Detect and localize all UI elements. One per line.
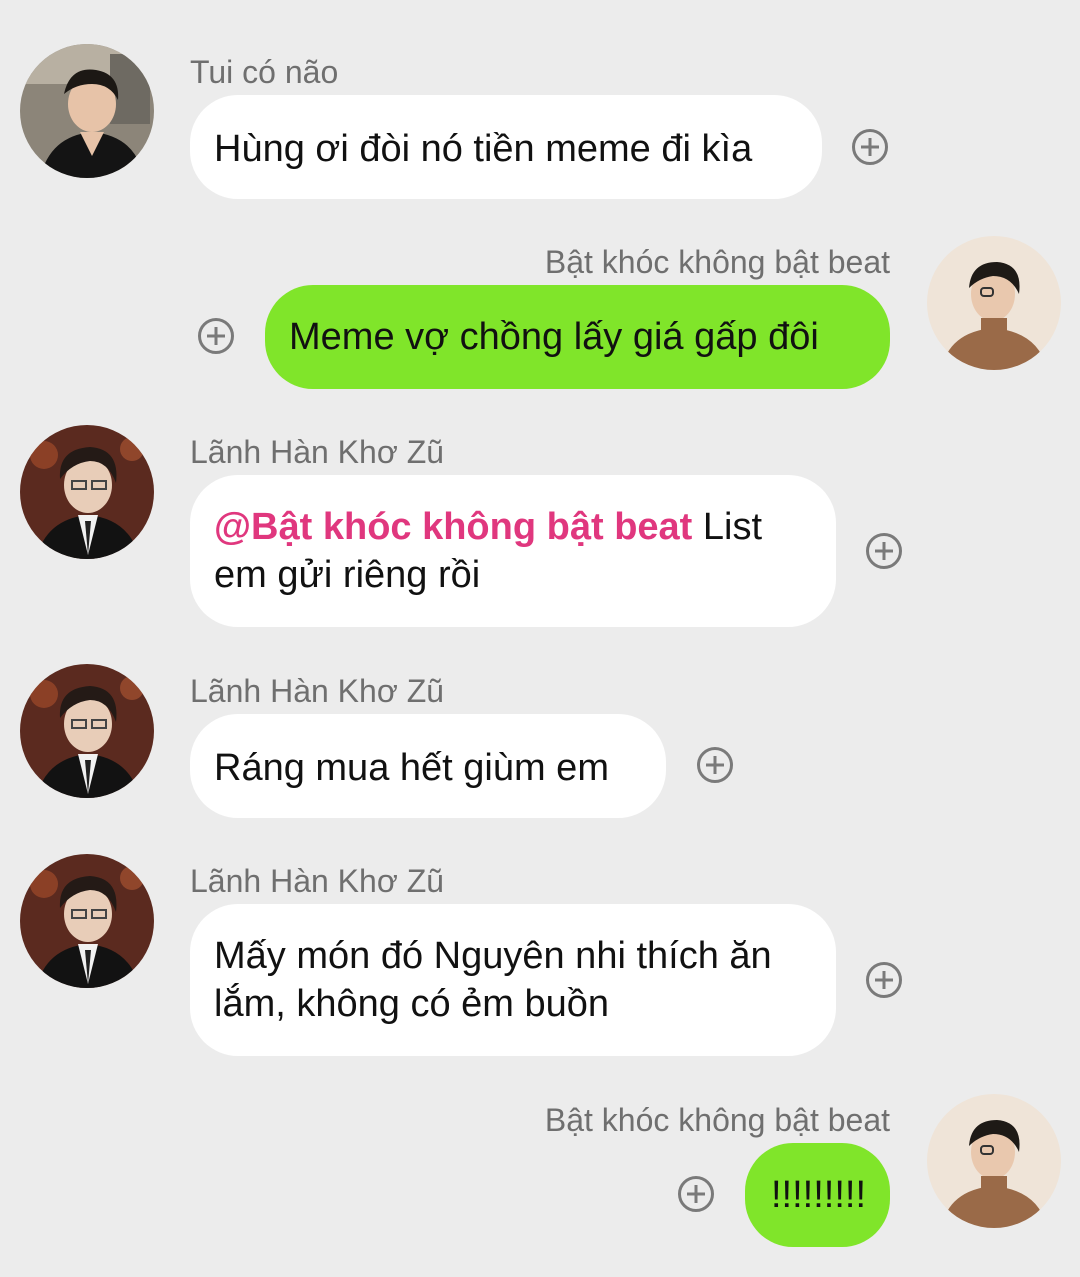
message-text: Mấy món đó Nguyên nhi thích ăn lắm, khôn…	[214, 935, 772, 1025]
sender-name: Lãnh Hàn Khơ Zũ	[190, 673, 445, 709]
sender-name: Lãnh Hàn Khơ Zũ	[190, 434, 445, 470]
message-text: !!!!!!!!!	[771, 1174, 867, 1216]
sender-name: Bật khóc không bật beat	[544, 1102, 890, 1138]
chat-thread: Tui có não Hùng ơi đòi nó tiền meme đi k…	[0, 0, 1080, 1277]
avatar[interactable]	[927, 236, 1061, 370]
message-bubble[interactable]: Meme vợ chồng lấy giá gấp đôi	[265, 285, 890, 389]
plus-circle-icon[interactable]	[866, 533, 902, 569]
message-text: Hùng ơi đòi nó tiền meme đi kìa	[214, 128, 753, 170]
sender-name: Lãnh Hàn Khơ Zũ	[190, 863, 445, 899]
message-text: Meme vợ chồng lấy giá gấp đôi	[289, 316, 819, 358]
avatar[interactable]	[20, 44, 154, 178]
avatar[interactable]	[20, 854, 154, 988]
message-bubble[interactable]: @Bật khóc không bật beat List em gửi riê…	[190, 475, 836, 627]
plus-circle-icon[interactable]	[697, 747, 733, 783]
plus-circle-icon[interactable]	[852, 129, 888, 165]
message-bubble[interactable]: !!!!!!!!!	[745, 1143, 890, 1247]
message-bubble[interactable]: Ráng mua hết giùm em	[190, 714, 666, 818]
sender-name: Bật khóc không bật beat	[544, 244, 890, 280]
message-text: Ráng mua hết giùm em	[214, 747, 609, 789]
avatar[interactable]	[927, 1094, 1061, 1228]
message-bubble[interactable]: Mấy món đó Nguyên nhi thích ăn lắm, khôn…	[190, 904, 836, 1056]
avatar[interactable]	[20, 425, 154, 559]
plus-circle-icon[interactable]	[678, 1176, 714, 1212]
plus-circle-icon[interactable]	[198, 318, 234, 354]
message-bubble[interactable]: Hùng ơi đòi nó tiền meme đi kìa	[190, 95, 822, 199]
sender-name: Tui có não	[190, 54, 339, 90]
plus-circle-icon[interactable]	[866, 962, 902, 998]
mention-link[interactable]: @Bật khóc không bật beat	[214, 506, 692, 548]
avatar[interactable]	[20, 664, 154, 798]
